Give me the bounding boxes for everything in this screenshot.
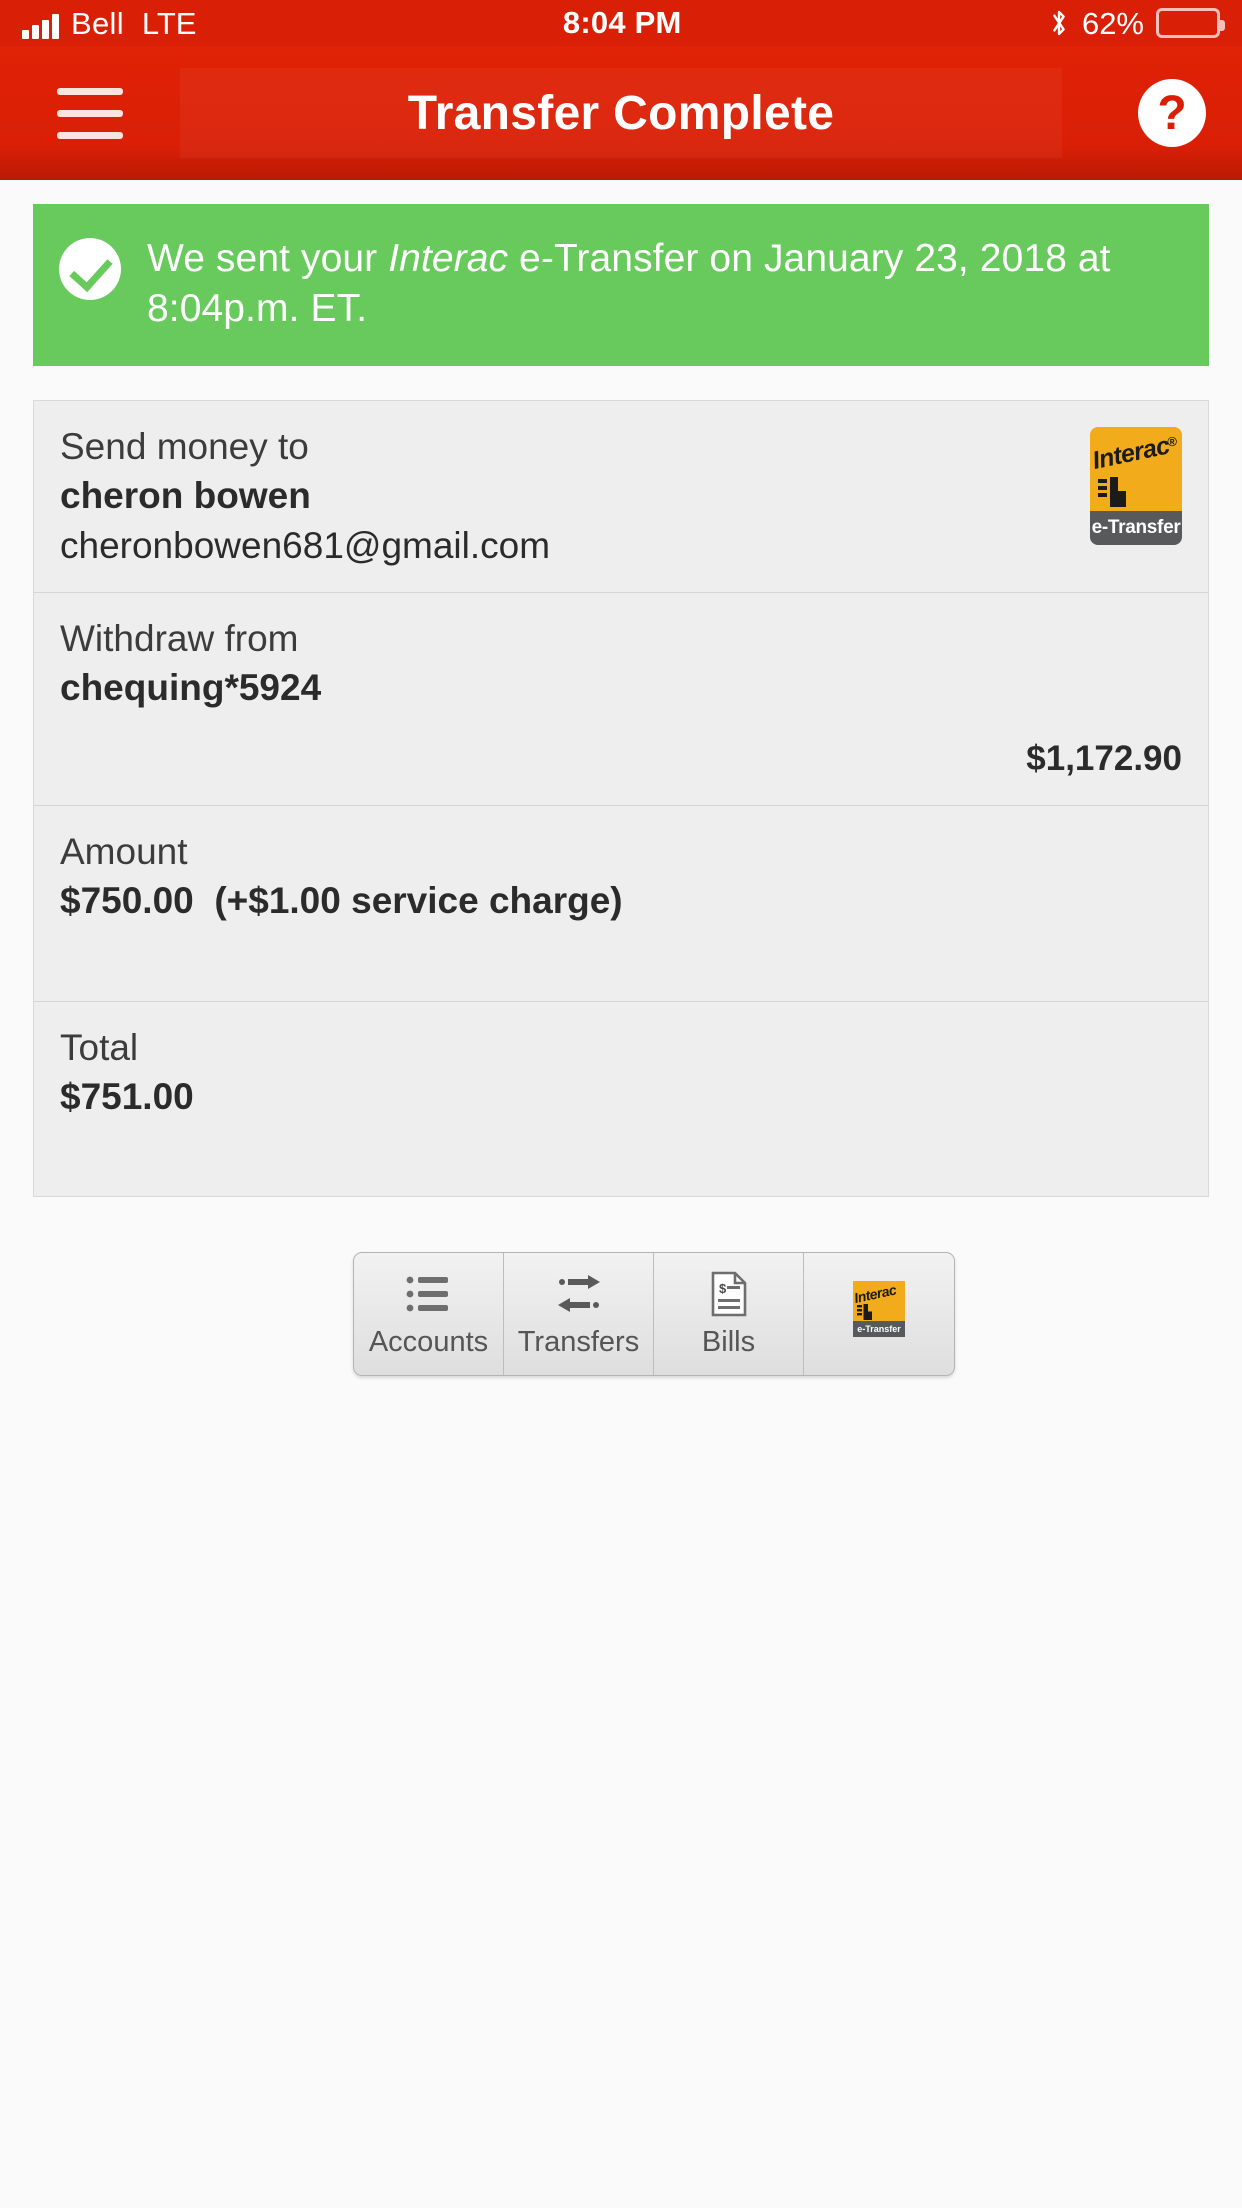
withdraw-label: Withdraw from (60, 618, 299, 659)
status-bar-clock: 8:04 PM (562, 5, 682, 40)
success-text-before: We sent your (147, 237, 389, 280)
withdraw-account: chequing*5924 (60, 667, 322, 708)
recipient-name: cheron bowen (60, 475, 311, 516)
withdraw-balance: $1,172.90 (1026, 739, 1182, 778)
success-check-icon (59, 238, 121, 300)
interac-etransfer-icon: Interac e-Transfer (853, 1281, 905, 1337)
page-title: Transfer Complete (407, 86, 835, 140)
tab-transfers-label: Transfers (517, 1326, 640, 1358)
carrier-label: Bell (71, 5, 124, 41)
interac-brand-word: Interac (388, 237, 509, 280)
bill-document-icon: $ (709, 1271, 749, 1317)
recipient-email: cheronbowen681@gmail.com (60, 525, 551, 566)
interac-badge-subtitle-mini: e-Transfer (857, 1324, 901, 1334)
interac-badge-top: ® Interac (1090, 427, 1182, 511)
transfer-details-card: Send money to cheron bowen cheronbowen68… (33, 400, 1209, 1197)
amount-label: Amount (60, 831, 188, 872)
row-withdraw-from: Withdraw from chequing*5924 $1,172.90 (34, 593, 1208, 806)
interac-hand-icon (1098, 477, 1126, 507)
tab-interac-etransfer[interactable]: Interac e-Transfer (804, 1253, 954, 1375)
interac-etransfer-icon: ® Interac e-Transfer (1090, 427, 1182, 545)
transfer-arrows-icon (556, 1271, 602, 1317)
tab-accounts-label: Accounts (368, 1326, 489, 1358)
status-bar: Bell LTE 8:04 PM 62% (0, 0, 1242, 46)
main-content: We sent your Interac e-Transfer on Janua… (0, 180, 1242, 1376)
help-question-icon[interactable]: ? (1138, 79, 1206, 147)
success-banner: We sent your Interac e-Transfer on Janua… (33, 204, 1209, 366)
amount-value: $750.00 (60, 880, 194, 921)
bottom-tabbar: Accounts Transfers $ Bills Interac e-Tra… (353, 1252, 955, 1376)
amount-service-charge: (+$1.00 service charge) (214, 880, 623, 921)
interac-badge-subtitle-bar: e-Transfer (1090, 511, 1182, 545)
status-bar-right: 62% (1048, 5, 1225, 41)
row-recipient: Send money to cheron bowen cheronbowen68… (34, 401, 1208, 593)
signal-bars-icon (22, 13, 59, 39)
tab-transfers[interactable]: Transfers (504, 1253, 654, 1375)
hamburger-menu-icon[interactable] (30, 87, 150, 139)
total-label: Total (60, 1027, 139, 1068)
list-bullets-icon (406, 1271, 452, 1317)
network-type-label: LTE (141, 5, 197, 41)
amount-value-line: $750.00 (+$1.00 service charge) (60, 876, 1182, 926)
row-total: Total $751.00 (34, 1002, 1208, 1196)
page-title-container: Transfer Complete (180, 68, 1062, 158)
battery-icon (1156, 8, 1225, 38)
interac-hand-icon-mini (857, 1304, 872, 1320)
tab-bills-label: Bills (701, 1326, 756, 1358)
tabbar-container: Accounts Transfers $ Bills Interac e-Tra… (33, 1252, 1242, 1376)
bluetooth-icon (1053, 10, 1065, 36)
svg-text:$: $ (719, 1281, 727, 1296)
interac-wordmark: Interac (1090, 431, 1172, 476)
status-bar-left: Bell LTE (22, 8, 196, 39)
recipient-label: Send money to (60, 426, 309, 467)
battery-percent-label: 62% (1081, 5, 1144, 41)
app-bar: Transfer Complete ? (0, 46, 1242, 180)
help-glyph: ? (1157, 86, 1187, 140)
interac-badge-subtitle: e-Transfer (1091, 517, 1181, 538)
row-amount: Amount $750.00 (+$1.00 service charge) (34, 806, 1208, 1002)
tab-bills[interactable]: $ Bills (654, 1253, 804, 1375)
total-value: $751.00 (60, 1076, 194, 1117)
tab-accounts[interactable]: Accounts (354, 1253, 504, 1375)
success-banner-text: We sent your Interac e-Transfer on Janua… (147, 234, 1183, 334)
